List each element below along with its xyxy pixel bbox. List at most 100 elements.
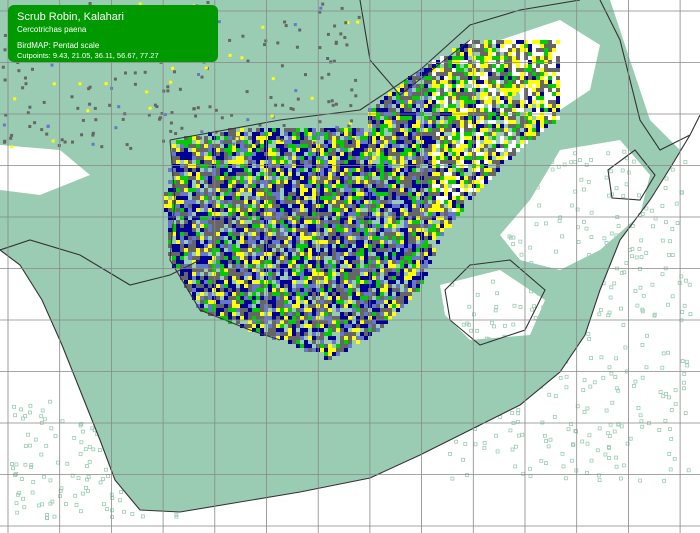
pentad-cell xyxy=(256,252,260,256)
pentad-cell xyxy=(264,316,268,320)
pentad-cell xyxy=(464,188,468,192)
pentad-cell xyxy=(388,288,392,292)
pentad-cell xyxy=(340,192,344,196)
pentad-cell xyxy=(472,164,476,168)
pentad-cell xyxy=(376,232,380,236)
pentad-cell xyxy=(284,164,288,168)
pentad-cell xyxy=(384,236,388,240)
pentad-cell xyxy=(224,196,228,200)
pentad-cell xyxy=(248,244,252,248)
pentad-cell xyxy=(308,248,312,252)
pentad-cell xyxy=(188,224,192,228)
pentad-cell xyxy=(260,312,264,316)
pentad-cell xyxy=(388,308,392,312)
pentad-cell xyxy=(428,148,432,152)
pentad-cell xyxy=(500,124,504,128)
pentad-cell xyxy=(232,284,236,288)
pentad-cell xyxy=(424,244,428,248)
pentad-cell xyxy=(364,276,368,280)
pentad-cell xyxy=(484,152,488,156)
pentad-cell xyxy=(472,56,476,60)
pentad-cell xyxy=(224,188,228,192)
pentad-cell xyxy=(464,192,468,196)
pentad-cell xyxy=(192,292,196,296)
pentad-cell xyxy=(268,244,272,248)
pentad-cell xyxy=(324,308,328,312)
pentad-cell xyxy=(396,204,400,208)
pentad-cell xyxy=(224,156,228,160)
pentad-cell xyxy=(360,168,364,172)
pentad-cell xyxy=(404,204,408,208)
pentad-cell xyxy=(360,332,364,336)
pentad-cell xyxy=(556,108,560,112)
pentad-cell xyxy=(248,176,252,180)
pentad-cell xyxy=(252,272,256,276)
pentad-cell xyxy=(300,164,304,168)
pentad-cell xyxy=(312,292,316,296)
pentad-cell xyxy=(412,180,416,184)
pentad-cell xyxy=(284,236,288,240)
pentad-cell xyxy=(216,152,220,156)
pentad-cell xyxy=(264,148,268,152)
pentad-cell xyxy=(216,204,220,208)
pentad-cell xyxy=(197,73,200,76)
pentad-cell xyxy=(552,104,556,108)
pentad-cell xyxy=(340,144,344,148)
pentad-cell xyxy=(384,312,388,316)
pentad-cell xyxy=(412,144,416,148)
pentad-cell xyxy=(300,312,304,316)
pentad-cell xyxy=(320,164,324,168)
pentad-cell xyxy=(356,20,360,24)
pentad-cell xyxy=(320,300,324,304)
pentad-cell xyxy=(352,184,356,188)
pentad-cell xyxy=(488,116,492,120)
pentad-cell xyxy=(320,288,324,292)
pentad-cell xyxy=(376,180,380,184)
pentad-cell xyxy=(452,60,456,64)
pentad-cell xyxy=(484,136,488,140)
pentad-cell xyxy=(336,228,340,232)
survey-cell xyxy=(668,239,672,244)
pentad-cell xyxy=(452,64,456,68)
pentad-cell xyxy=(440,176,444,180)
pentad-cell xyxy=(224,280,228,284)
pentad-cell xyxy=(532,56,536,60)
pentad-cell xyxy=(296,128,300,132)
pentad-cell xyxy=(352,276,356,280)
pentad-cell xyxy=(168,220,172,224)
survey-cell xyxy=(670,167,675,172)
pentad-cell xyxy=(484,124,488,128)
pentad-cell xyxy=(404,224,408,228)
pentad-cell xyxy=(260,128,264,132)
pentad-cell xyxy=(224,308,228,312)
pentad-cell xyxy=(248,204,252,208)
pentad-cell xyxy=(300,244,304,248)
pentad-cell xyxy=(408,196,412,200)
pentad-cell xyxy=(408,280,412,284)
pentad-cell xyxy=(440,72,444,76)
pentad-cell xyxy=(164,192,168,196)
pentad-cell xyxy=(456,64,460,68)
pentad-cell xyxy=(452,140,456,144)
pentad-cell xyxy=(336,276,340,280)
pentad-cell xyxy=(280,200,284,204)
pentad-cell xyxy=(364,256,368,260)
pentad-cell xyxy=(264,140,268,144)
pentad-cell xyxy=(488,48,492,52)
pentad-cell xyxy=(344,316,348,320)
pentad-cell xyxy=(348,324,352,328)
pentad-cell xyxy=(352,264,356,268)
pentad-cell xyxy=(400,156,404,160)
pentad-cell xyxy=(312,348,316,352)
pentad-cell xyxy=(292,244,296,248)
pentad-cell xyxy=(280,304,284,308)
pentad-cell xyxy=(288,340,292,344)
pentad-cell xyxy=(244,316,248,320)
pentad-cell xyxy=(248,296,252,300)
pentad-cell xyxy=(340,228,344,232)
pentad-cell xyxy=(264,244,268,248)
pentad-cell xyxy=(456,188,460,192)
pentad-cell xyxy=(248,308,252,312)
pentad-cell xyxy=(528,116,532,120)
pentad-cell xyxy=(10,145,14,149)
